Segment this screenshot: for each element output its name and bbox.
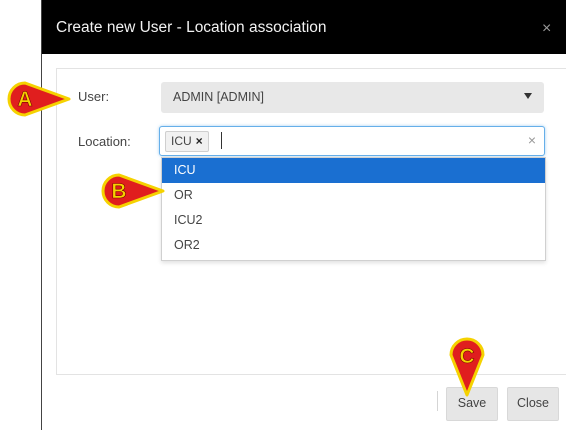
- dropdown-option-label: ICU: [174, 163, 196, 177]
- user-select-value: ADMIN [ADMIN]: [173, 90, 264, 104]
- footer-separator: [437, 391, 438, 411]
- callout-b-letter: B: [111, 180, 126, 203]
- callout-c-marker: C: [448, 336, 486, 398]
- callout-b-marker: B: [101, 173, 167, 209]
- location-tag-label: ICU: [171, 134, 192, 148]
- close-icon[interactable]: ×: [542, 21, 551, 37]
- location-tag: ICU ×: [165, 131, 209, 152]
- callout-c-letter: C: [459, 345, 474, 368]
- modal-header: Create new User - Location association ×: [42, 0, 566, 54]
- dropdown-option-label: ICU2: [174, 213, 203, 227]
- dropdown-option-label: OR2: [174, 238, 200, 252]
- modal-title: Create new User - Location association: [56, 19, 327, 36]
- dropdown-arrow-icon: [524, 93, 532, 99]
- save-button-label: Save: [457, 396, 487, 410]
- user-select[interactable]: ADMIN [ADMIN]: [161, 82, 544, 113]
- dropdown-option-or2[interactable]: OR2: [162, 233, 545, 258]
- close-button[interactable]: Close: [507, 387, 559, 421]
- text-caret: [221, 132, 222, 149]
- dropdown-option-label: OR: [174, 188, 193, 202]
- user-label: User:: [78, 89, 110, 104]
- location-multiselect-input[interactable]: ICU × ×: [159, 126, 545, 156]
- dropdown-option-or[interactable]: OR: [162, 183, 545, 208]
- callout-a-letter: A: [17, 88, 32, 111]
- callout-a-marker: A: [7, 81, 73, 117]
- dropdown-option-icu2[interactable]: ICU2: [162, 208, 545, 233]
- dropdown-option-icu[interactable]: ICU: [162, 158, 545, 183]
- close-button-label: Close: [517, 396, 549, 410]
- location-dropdown: ICU OR ICU2 OR2: [161, 157, 546, 261]
- clear-icon[interactable]: ×: [528, 132, 536, 148]
- location-label: Location:: [78, 134, 131, 149]
- remove-tag-icon[interactable]: ×: [196, 134, 203, 148]
